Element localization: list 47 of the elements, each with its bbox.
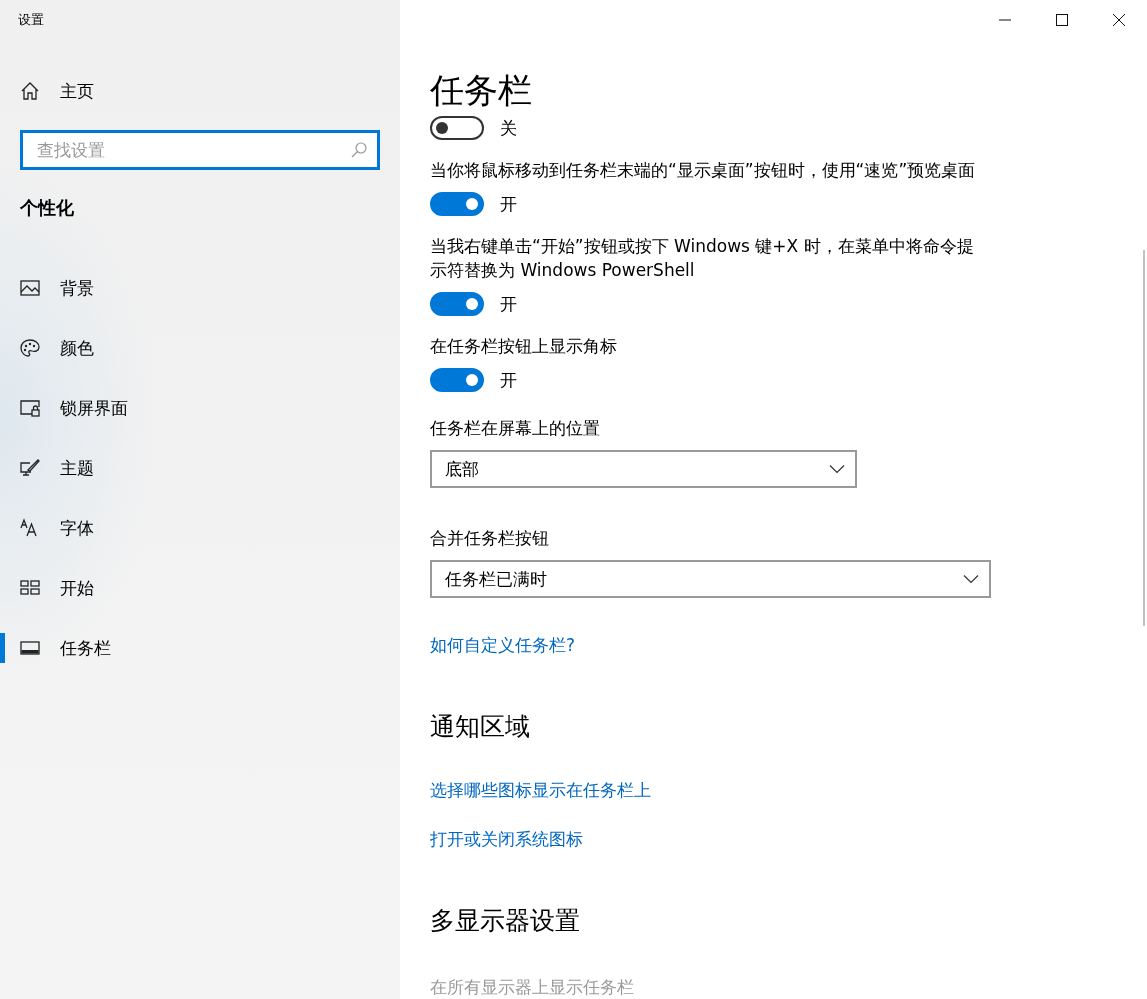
- dropdown[interactable]: 底部: [430, 450, 857, 488]
- link[interactable]: 选择哪些图标显示在任务栏上: [430, 779, 651, 802]
- setting-label: 在所有显示器上显示任务栏: [430, 976, 634, 999]
- section-heading: 通知区域: [430, 711, 530, 743]
- chevron-down-icon: [829, 464, 845, 474]
- page-title: 任务栏: [430, 69, 533, 112]
- section-heading: 个性化: [19, 196, 75, 220]
- toggle-state-label: 关: [500, 116, 517, 140]
- lock-screen-icon: [20, 398, 40, 418]
- sidebar-item[interactable]: 主题: [0, 438, 400, 498]
- toggle-switch[interactable]: [430, 116, 484, 140]
- minimize-icon: [998, 19, 1011, 21]
- sidebar-item[interactable]: 字体: [0, 498, 400, 558]
- toggle-switch[interactable]: [430, 292, 484, 316]
- toggle-state-label: 开: [500, 368, 517, 392]
- section-heading: 多显示器设置: [430, 905, 580, 937]
- scrollbar[interactable]: [1143, 250, 1145, 626]
- setting-label: 当你将鼠标移动到任务栏末端的“显示桌面”按钮时，使用“速览”预览桌面: [430, 159, 976, 182]
- window-title: 设置: [17, 11, 45, 29]
- chevron-down-icon: [963, 574, 979, 584]
- taskbar-icon: [20, 638, 40, 658]
- sidebar-item[interactable]: 任务栏: [0, 618, 400, 678]
- search-field[interactable]: 查找设置: [20, 130, 380, 170]
- link[interactable]: 打开或关闭系统图标: [430, 828, 583, 851]
- sidebar-item[interactable]: 背景: [0, 258, 400, 318]
- palette-icon: [20, 338, 40, 358]
- setting-label: 任务栏在屏幕上的位置: [430, 417, 600, 440]
- dropdown[interactable]: 任务栏已满时: [430, 560, 991, 598]
- sidebar-item[interactable]: 开始: [0, 558, 400, 618]
- toggle-switch[interactable]: [430, 368, 484, 392]
- setting-label: 当我右键单击“开始”按钮或按下 Windows 键+X 时，在菜单中将命令提示符替换为 Windows PowerShell: [430, 235, 975, 282]
- home-icon: [20, 81, 40, 101]
- monitor-brush-icon: [20, 458, 40, 478]
- sidebar-item[interactable]: 颜色: [0, 318, 400, 378]
- tiles-icon: [20, 578, 40, 598]
- search-icon: [350, 141, 368, 159]
- link[interactable]: 如何自定义任务栏?: [430, 634, 576, 657]
- sidebar-item[interactable]: 锁屏界面: [0, 378, 400, 438]
- toggle-switch[interactable]: [430, 192, 484, 216]
- picture-icon: [20, 278, 40, 298]
- setting-label: 在任务栏按钮上显示角标: [430, 335, 617, 358]
- setting-label: 合并任务栏按钮: [430, 527, 549, 550]
- toggle-state-label: 开: [500, 192, 517, 216]
- close-icon: [1110, 12, 1127, 28]
- toggle-state-label: 开: [500, 292, 517, 316]
- home-nav-item[interactable]: 主页: [0, 61, 400, 121]
- maximize-icon: [1053, 12, 1070, 28]
